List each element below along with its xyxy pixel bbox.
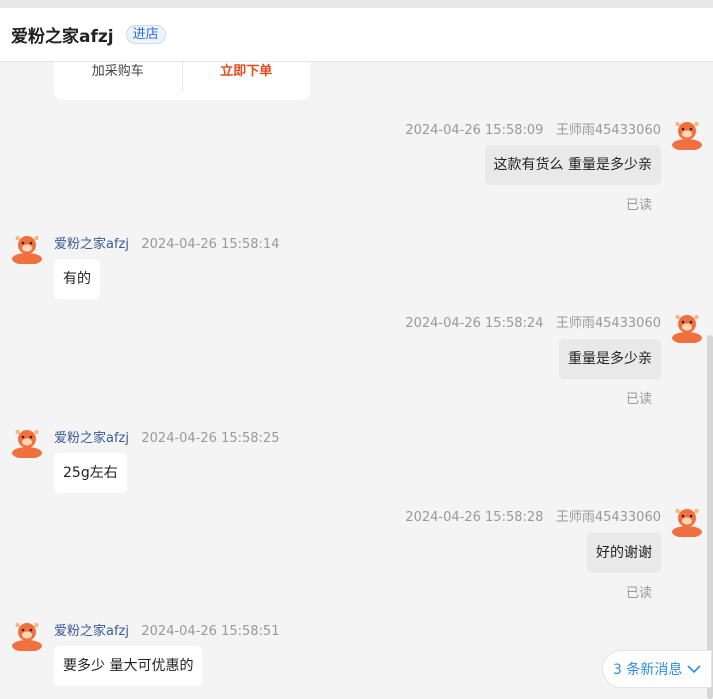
read-status: 已读 xyxy=(625,392,652,407)
avatar-icon[interactable] xyxy=(671,118,703,150)
message-meta: 2024-04-26 15:58:24 王师雨45433060 xyxy=(405,312,661,331)
message-meta: 爱粉之家afzj 2024-04-26 15:58:14 xyxy=(54,233,279,252)
message-bubble[interactable]: 要多少 量大可优惠的 xyxy=(54,646,203,686)
message-time: 2024-04-26 15:58:14 xyxy=(141,237,280,252)
message-meta: 爱粉之家afzj 2024-04-26 15:58:51 xyxy=(54,620,279,639)
avatar-icon[interactable] xyxy=(671,505,703,537)
avatar-icon[interactable] xyxy=(11,232,43,264)
chevron-down-icon xyxy=(687,665,701,674)
avatar-icon[interactable] xyxy=(11,619,43,651)
message-sender: 王师雨45433060 xyxy=(555,316,661,331)
message-time: 2024-04-26 15:58:51 xyxy=(141,624,280,639)
message-sender: 王师雨45433060 xyxy=(555,123,661,138)
message-bubble[interactable]: 25g左右 xyxy=(54,453,127,493)
message-time: 2024-04-26 15:58:24 xyxy=(405,316,544,331)
message-bubble[interactable]: 重量是多少亲 xyxy=(559,339,661,379)
chat-header: 爱粉之家afzj 进店 xyxy=(0,8,713,62)
read-status: 已读 xyxy=(625,198,652,213)
message-bubble[interactable]: 有的 xyxy=(54,259,100,299)
message-time: 2024-04-26 15:58:09 xyxy=(405,123,544,138)
message-sender: 爱粉之家afzj xyxy=(54,624,129,639)
avatar-icon[interactable] xyxy=(671,311,703,343)
new-messages-button[interactable]: 3 条新消息 xyxy=(602,650,712,688)
message-meta: 2024-04-26 15:58:09 王师雨45433060 xyxy=(405,119,661,138)
message-meta: 2024-04-26 15:58:28 王师雨45433060 xyxy=(405,506,661,525)
message-time: 2024-04-26 15:58:25 xyxy=(141,431,280,446)
top-strip xyxy=(0,0,713,8)
new-messages-label: 3 条新消息 xyxy=(613,662,683,678)
shop-name: 爱粉之家afzj xyxy=(11,27,114,47)
read-status: 已读 xyxy=(625,586,652,601)
message-sender: 王师雨45433060 xyxy=(555,510,661,525)
message-bubble[interactable]: 这款有货么 重量是多少亲 xyxy=(484,145,661,185)
message-meta: 爱粉之家afzj 2024-04-26 15:58:25 xyxy=(54,427,279,446)
message-time: 2024-04-26 15:58:28 xyxy=(405,510,544,525)
avatar-icon[interactable] xyxy=(11,426,43,458)
enter-shop-button[interactable]: 进店 xyxy=(125,25,166,44)
scrollbar[interactable] xyxy=(707,335,713,699)
message-bubble[interactable]: 好的谢谢 xyxy=(587,533,661,573)
message-sender: 爱粉之家afzj xyxy=(54,431,129,446)
message-sender: 爱粉之家afzj xyxy=(54,237,129,252)
